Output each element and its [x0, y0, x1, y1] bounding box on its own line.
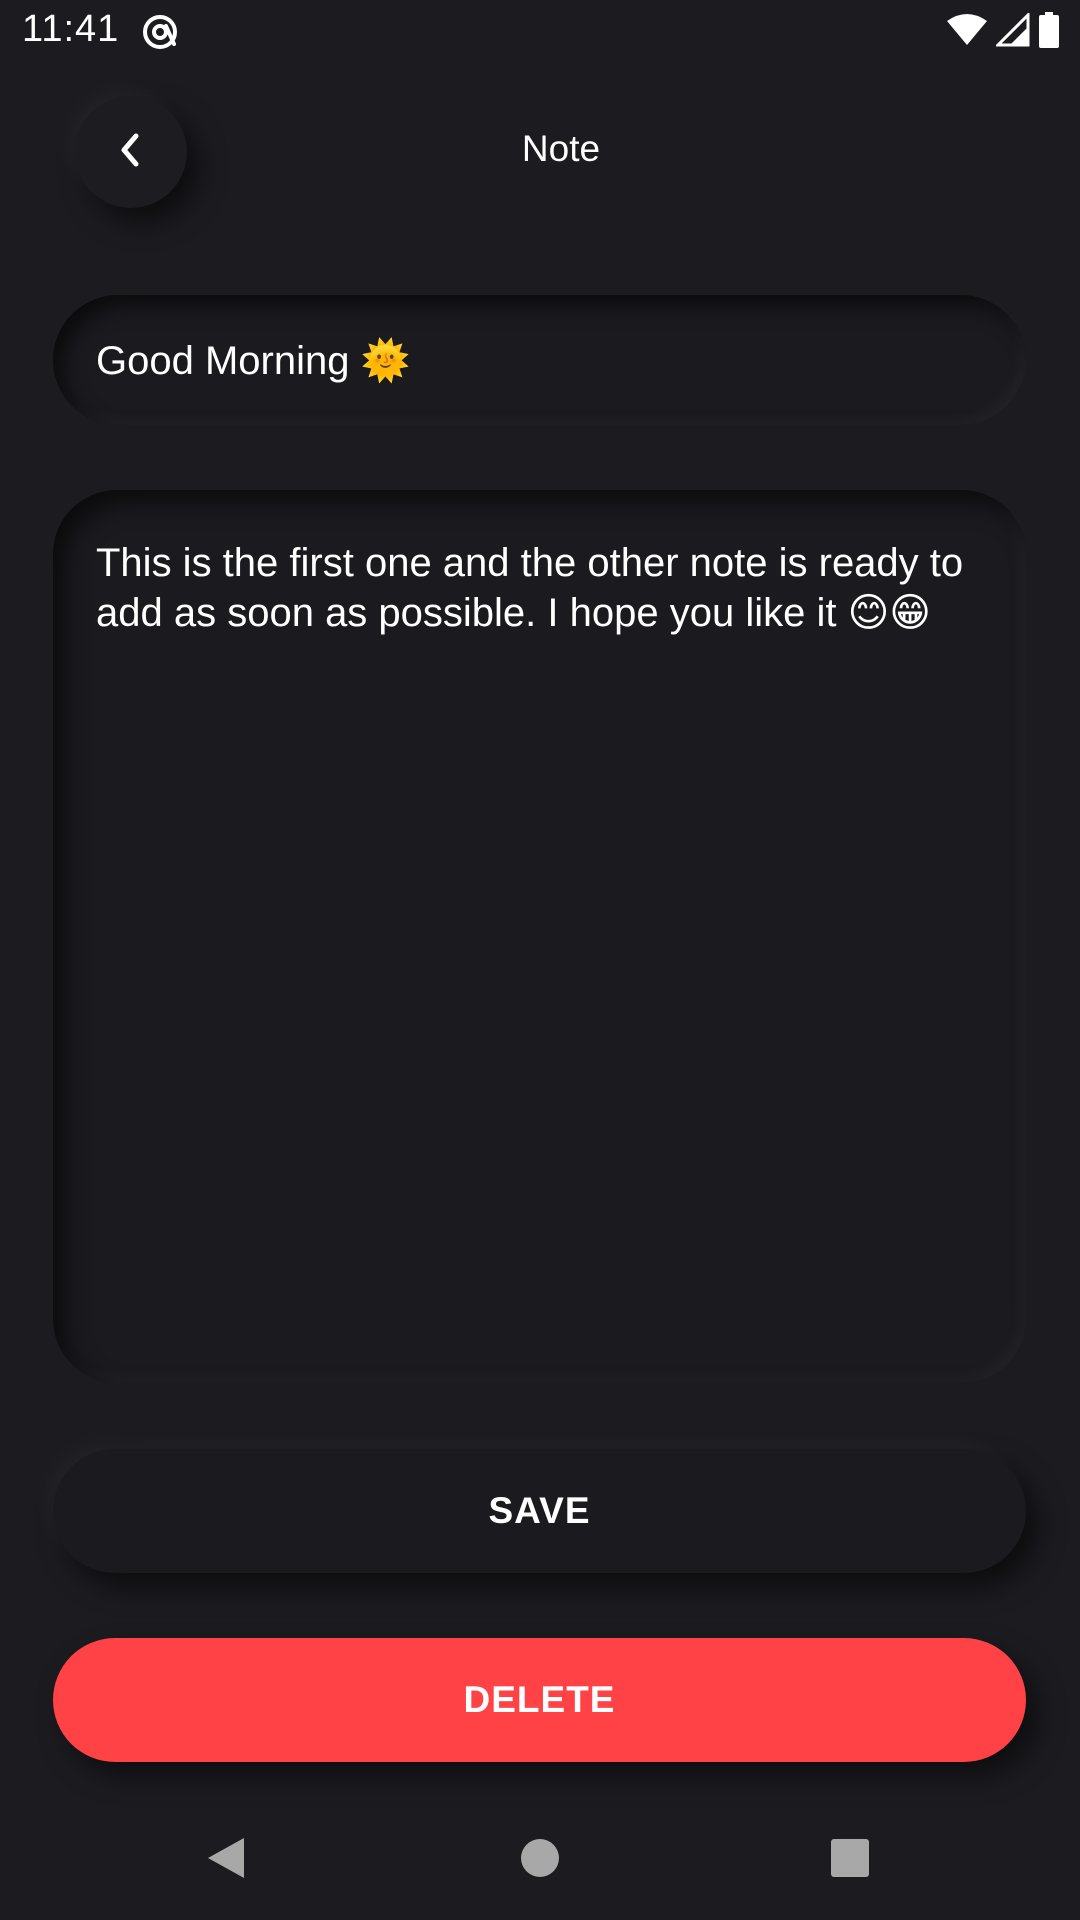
signal-icon [994, 10, 1030, 52]
nav-home-button[interactable] [512, 1832, 568, 1888]
nav-back-button[interactable] [198, 1832, 254, 1888]
status-bar: 11:41 [0, 0, 1080, 64]
status-icons [946, 10, 1060, 53]
wifi-icon [946, 13, 988, 52]
page-title: Note [521, 128, 601, 169]
battery-icon [1038, 11, 1060, 53]
nav-home-icon [520, 1838, 560, 1883]
nav-recents-button[interactable] [822, 1832, 878, 1888]
system-nav-bar [0, 1800, 1080, 1920]
note-screen: 11:41 Note Good Morning 🌞 This is the fi… [0, 0, 1080, 1920]
delete-button[interactable]: DELETE [53, 1638, 1026, 1762]
nav-recents-icon [830, 1838, 870, 1883]
at-sign-icon [140, 12, 180, 52]
nav-back-icon [204, 1834, 248, 1887]
note-body-input[interactable]: This is the first one and the other note… [53, 490, 1026, 1383]
note-title-input[interactable]: Good Morning 🌞 [53, 295, 1026, 425]
save-button[interactable]: SAVE [53, 1449, 1026, 1573]
status-time: 11:41 [22, 8, 120, 50]
